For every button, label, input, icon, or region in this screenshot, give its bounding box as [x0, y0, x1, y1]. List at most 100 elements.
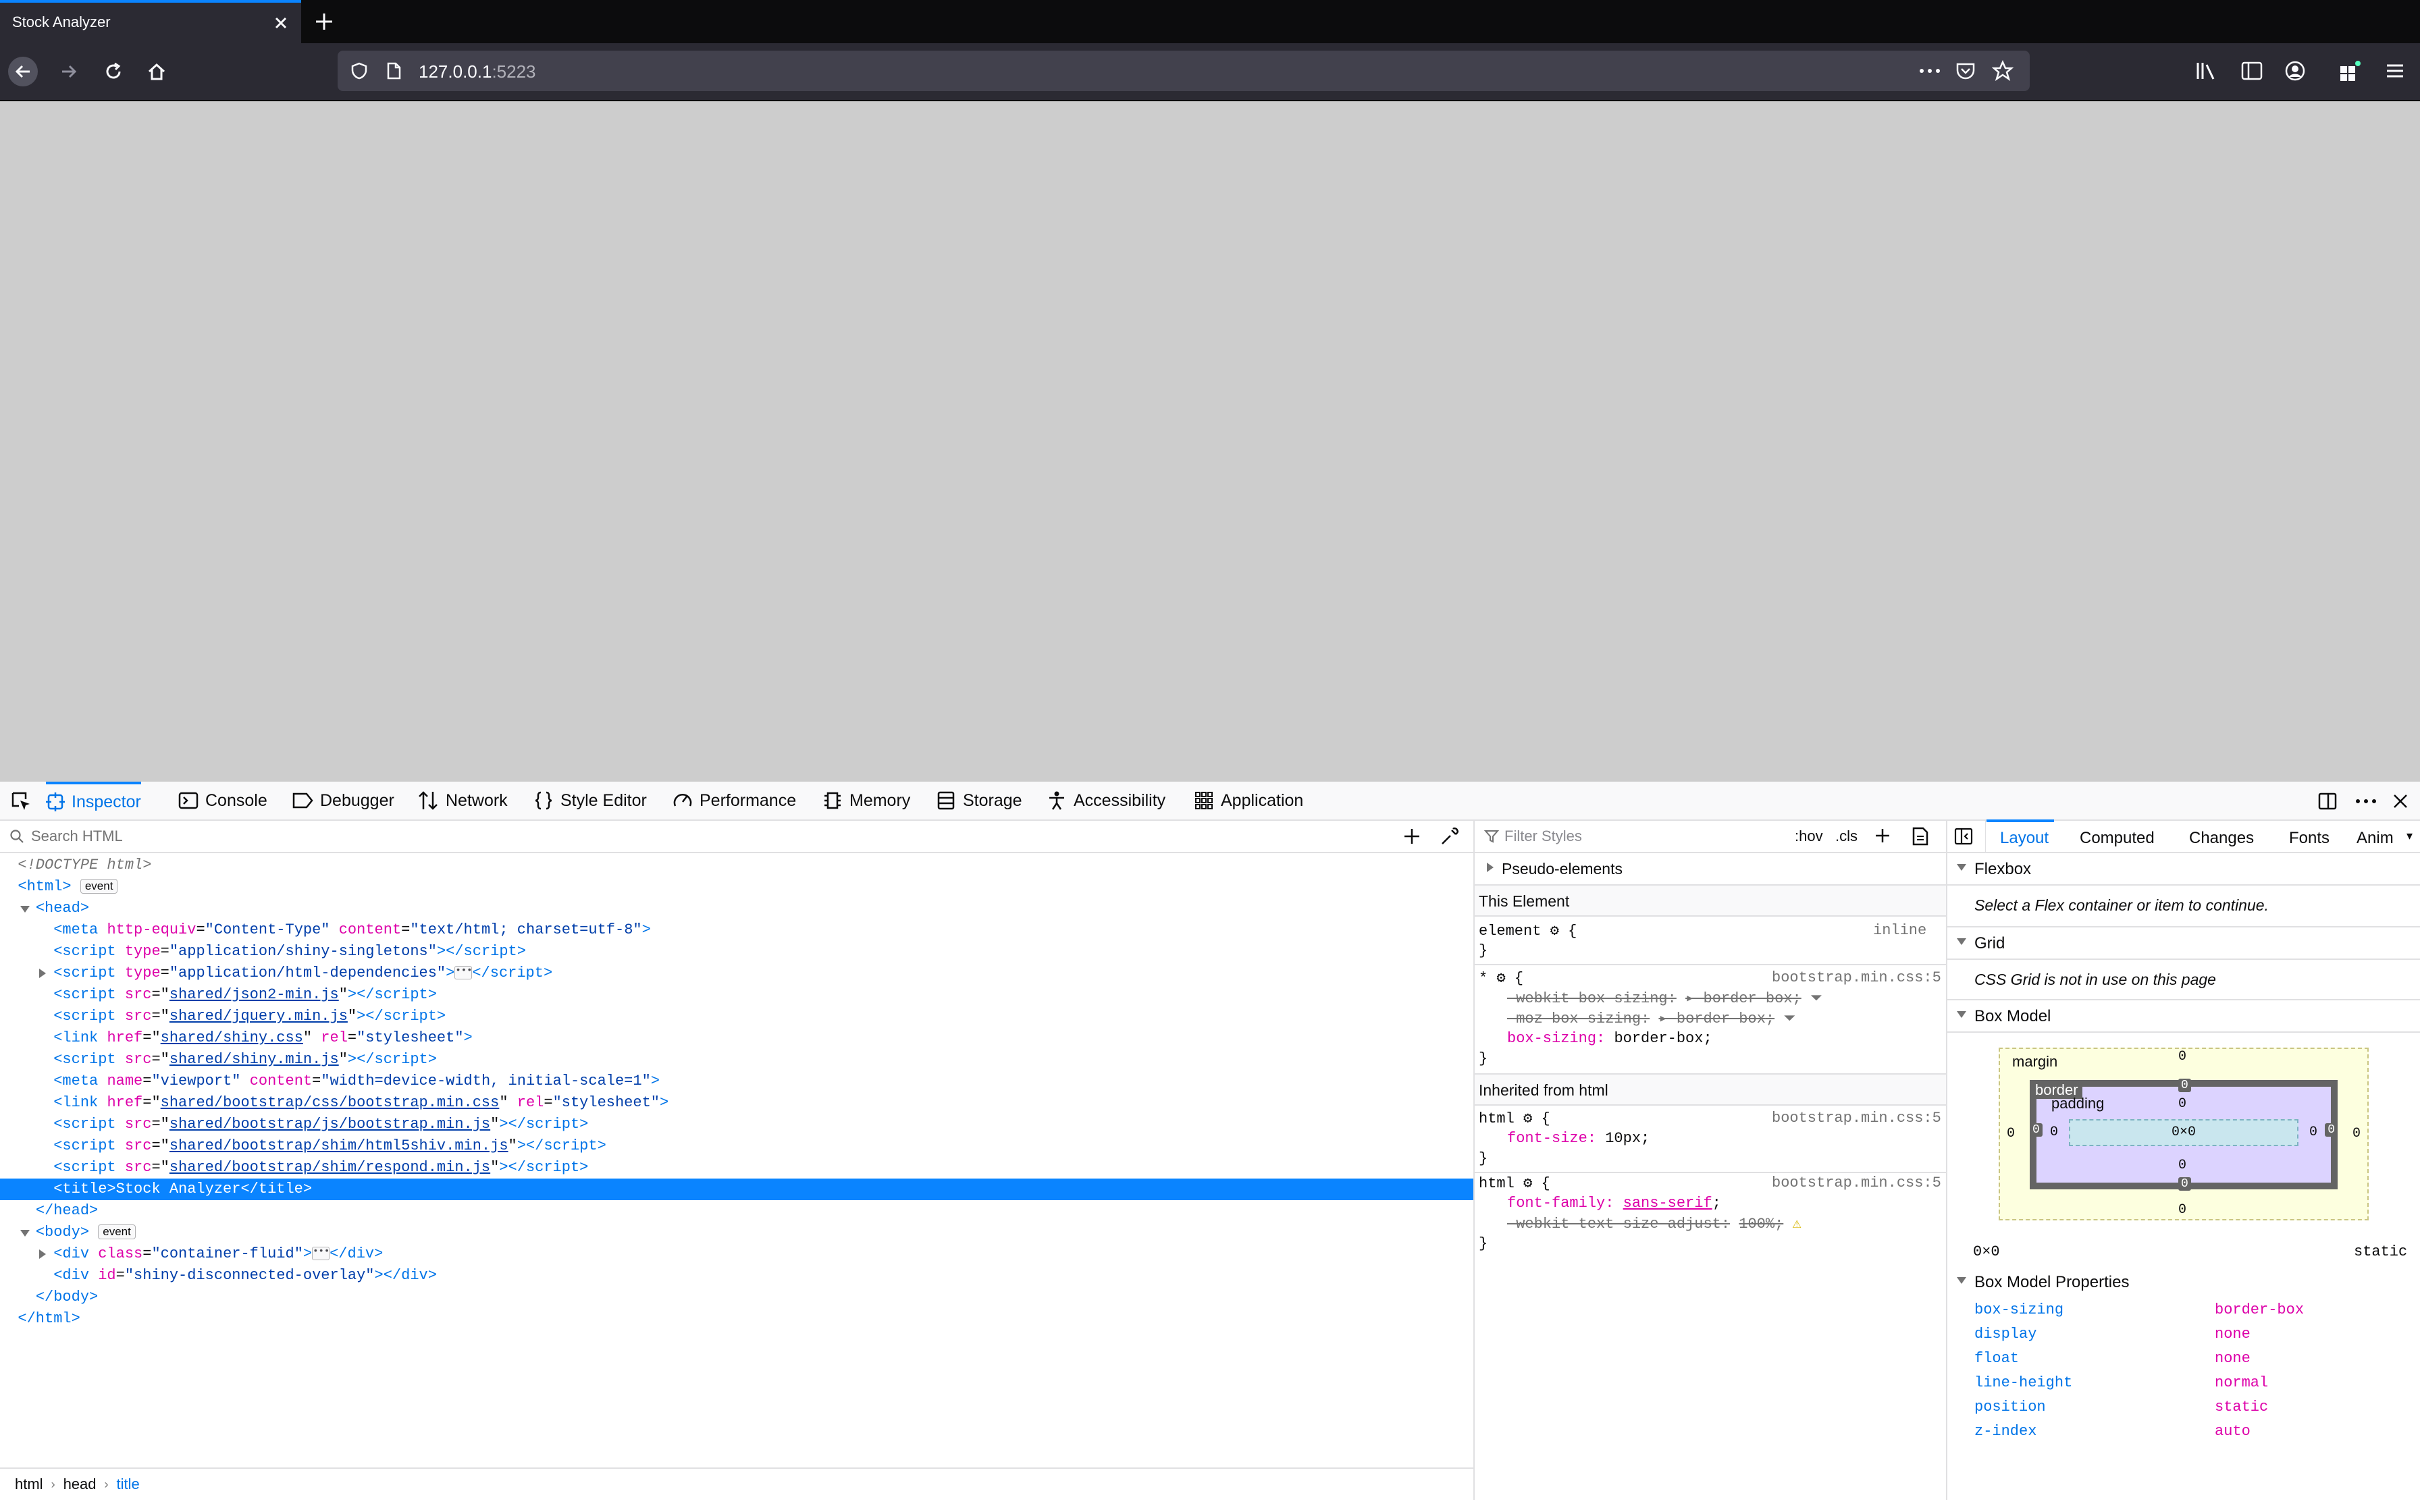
browser-tab[interactable]: Stock Analyzer: [0, 0, 301, 43]
selected-tree-node[interactable]: <title>Stock Analyzer</title>: [0, 1179, 1473, 1200]
collapsed-ellipsis[interactable]: •••: [454, 966, 473, 980]
tree-node[interactable]: <script src="shared/bootstrap/js/bootstr…: [0, 1114, 1473, 1135]
collapse-twisty[interactable]: [1957, 1277, 1966, 1284]
margin-bottom-value[interactable]: 0: [2178, 1202, 2186, 1218]
margin-top-value[interactable]: 0: [2178, 1049, 2186, 1064]
shield-icon[interactable]: [350, 61, 369, 80]
print-media-icon[interactable]: [1911, 826, 1930, 846]
tab-animations[interactable]: Anim: [2357, 829, 2394, 848]
hov-toggle[interactable]: :hov: [1795, 828, 1823, 845]
declaration[interactable]: font-size: 10px;: [1507, 1130, 1650, 1147]
gear-icon[interactable]: ⚙: [1550, 923, 1559, 940]
forward-button[interactable]: [54, 57, 84, 86]
tab-network[interactable]: Network: [417, 782, 508, 819]
border-bottom-value[interactable]: 0: [2178, 1177, 2191, 1191]
declaration[interactable]: -webkit-text-size-adjust: 100%; ⚠: [1507, 1215, 1801, 1233]
expand-twisty[interactable]: [1487, 863, 1494, 872]
declaration[interactable]: box-sizing: border-box;: [1507, 1030, 1712, 1047]
filter-icon[interactable]: ⏷: [1783, 1010, 1795, 1027]
collapse-twisty[interactable]: [20, 1230, 30, 1237]
box-model-content[interactable]: 0×0: [2069, 1119, 2298, 1146]
rule-source[interactable]: bootstrap.min.css:5: [1772, 1174, 1941, 1191]
chevron-down-icon[interactable]: ▾: [2406, 829, 2413, 843]
filter-styles-input[interactable]: Filter Styles: [1504, 828, 1582, 845]
tree-node[interactable]: <link href="shared/shiny.css" rel="style…: [0, 1027, 1473, 1049]
rule-source[interactable]: bootstrap.min.css:5: [1772, 1110, 1941, 1127]
close-icon[interactable]: [270, 12, 292, 34]
back-button[interactable]: [8, 57, 38, 86]
tab-style-editor[interactable]: Style Editor: [533, 782, 647, 819]
tree-node[interactable]: <div id="shiny-disconnected-overlay"></d…: [0, 1265, 1473, 1287]
home-button[interactable]: [142, 57, 172, 86]
tree-node[interactable]: <script src="shared/json2-min.js"></scri…: [0, 984, 1473, 1006]
padding-right-value[interactable]: 0: [2309, 1125, 2317, 1140]
toggle-pane-icon[interactable]: [1954, 828, 1973, 845]
tab-storage[interactable]: Storage: [936, 782, 1022, 819]
tree-node[interactable]: <div class="container-fluid">•••</div>: [0, 1243, 1473, 1265]
warning-icon[interactable]: ⚠: [1792, 1216, 1801, 1233]
close-devtools-icon[interactable]: [2390, 791, 2411, 811]
box-model-border[interactable]: border 0 0 0 0 padding 0 0 0 0 0×0: [2030, 1079, 2338, 1191]
tab-performance[interactable]: Performance: [673, 782, 796, 819]
tab-layout[interactable]: Layout: [2000, 829, 2049, 848]
tree-node[interactable]: <body> event: [0, 1222, 1473, 1243]
sidebar-icon[interactable]: [2240, 59, 2263, 82]
event-badge[interactable]: event: [80, 879, 118, 894]
grid-section[interactable]: Grid: [1947, 927, 2420, 960]
padding-top-value[interactable]: 0: [2178, 1096, 2186, 1112]
tree-node[interactable]: </body>: [0, 1287, 1473, 1308]
tab-debugger[interactable]: Debugger: [292, 782, 394, 819]
rule-source[interactable]: bootstrap.min.css:5: [1772, 969, 1941, 986]
account-icon[interactable]: [2284, 59, 2307, 82]
tree-node[interactable]: <script src="shared/bootstrap/shim/respo…: [0, 1157, 1473, 1179]
declaration[interactable]: -moz-box-sizing: ▸ border-box; ⏷: [1507, 1010, 1795, 1027]
add-rule-icon[interactable]: [1873, 826, 1892, 845]
tree-node[interactable]: <meta http-equiv="Content-Type" content=…: [0, 919, 1473, 941]
breadcrumb-item-current[interactable]: title: [117, 1476, 140, 1493]
breadcrumb-item[interactable]: html: [15, 1476, 43, 1493]
tab-computed[interactable]: Computed: [2080, 829, 2155, 848]
tree-node[interactable]: <!DOCTYPE html>: [0, 855, 1473, 876]
margin-left-value[interactable]: 0: [2007, 1126, 2015, 1141]
bookmark-star-icon[interactable]: [1992, 60, 2014, 82]
tab-console[interactable]: Console: [178, 782, 267, 819]
border-right-value[interactable]: 0: [2325, 1123, 2338, 1137]
breadcrumb-item[interactable]: head: [63, 1476, 97, 1493]
gear-icon[interactable]: ⚙: [1523, 1175, 1532, 1192]
tree-node[interactable]: <script src="shared/shiny.min.js"></scri…: [0, 1049, 1473, 1071]
property-name[interactable]: line-height: [1974, 1374, 2072, 1391]
tab-memory[interactable]: Memory: [822, 782, 910, 819]
tree-node[interactable]: <html> event: [0, 876, 1473, 898]
border-left-value[interactable]: 0: [2030, 1123, 2043, 1137]
more-actions-icon[interactable]: [1918, 61, 1942, 80]
tree-node[interactable]: <script type="application/shiny-singleto…: [0, 941, 1473, 963]
property-name[interactable]: float: [1974, 1350, 2019, 1367]
tab-fonts[interactable]: Fonts: [2289, 829, 2330, 848]
search-html-input[interactable]: [30, 826, 1369, 846]
extensions-icon[interactable]: [2338, 59, 2362, 84]
tree-node[interactable]: <meta name="viewport" content="width=dev…: [0, 1071, 1473, 1092]
tree-node[interactable]: <head>: [0, 898, 1473, 919]
pocket-icon[interactable]: [1955, 61, 1976, 80]
box-model-properties-header[interactable]: Box Model Properties: [1947, 1269, 2420, 1296]
pseudo-elements-section[interactable]: Pseudo-elements: [1475, 853, 1946, 886]
library-icon[interactable]: [2194, 59, 2219, 82]
menu-icon[interactable]: [2384, 59, 2406, 82]
collapse-twisty[interactable]: [1957, 1011, 1966, 1018]
box-model-section[interactable]: Box Model: [1947, 1000, 2420, 1033]
tree-node[interactable]: </head>: [0, 1200, 1473, 1222]
new-tab-icon[interactable]: [311, 8, 338, 35]
property-name[interactable]: z-index: [1974, 1423, 2036, 1440]
url-bar[interactable]: 127.0.0.1:5223: [338, 51, 2030, 91]
rule-selector[interactable]: * ⚙ {: [1479, 969, 1523, 987]
eyedropper-icon[interactable]: [1440, 826, 1460, 846]
tree-node[interactable]: <script src="shared/jquery.min.js"></scr…: [0, 1006, 1473, 1027]
element-picker-icon[interactable]: [11, 791, 31, 811]
rule-selector[interactable]: html ⚙ {: [1479, 1110, 1550, 1127]
cls-toggle[interactable]: .cls: [1835, 828, 1858, 845]
tab-accessibility[interactable]: Accessibility: [1047, 782, 1165, 819]
collapse-twisty[interactable]: [20, 906, 30, 913]
declaration[interactable]: -webkit-box-sizing: ▸ border-box; ⏷: [1507, 990, 1822, 1007]
gear-icon[interactable]: ⚙: [1523, 1110, 1532, 1127]
declaration[interactable]: font-family: sans-serif;: [1507, 1195, 1721, 1212]
